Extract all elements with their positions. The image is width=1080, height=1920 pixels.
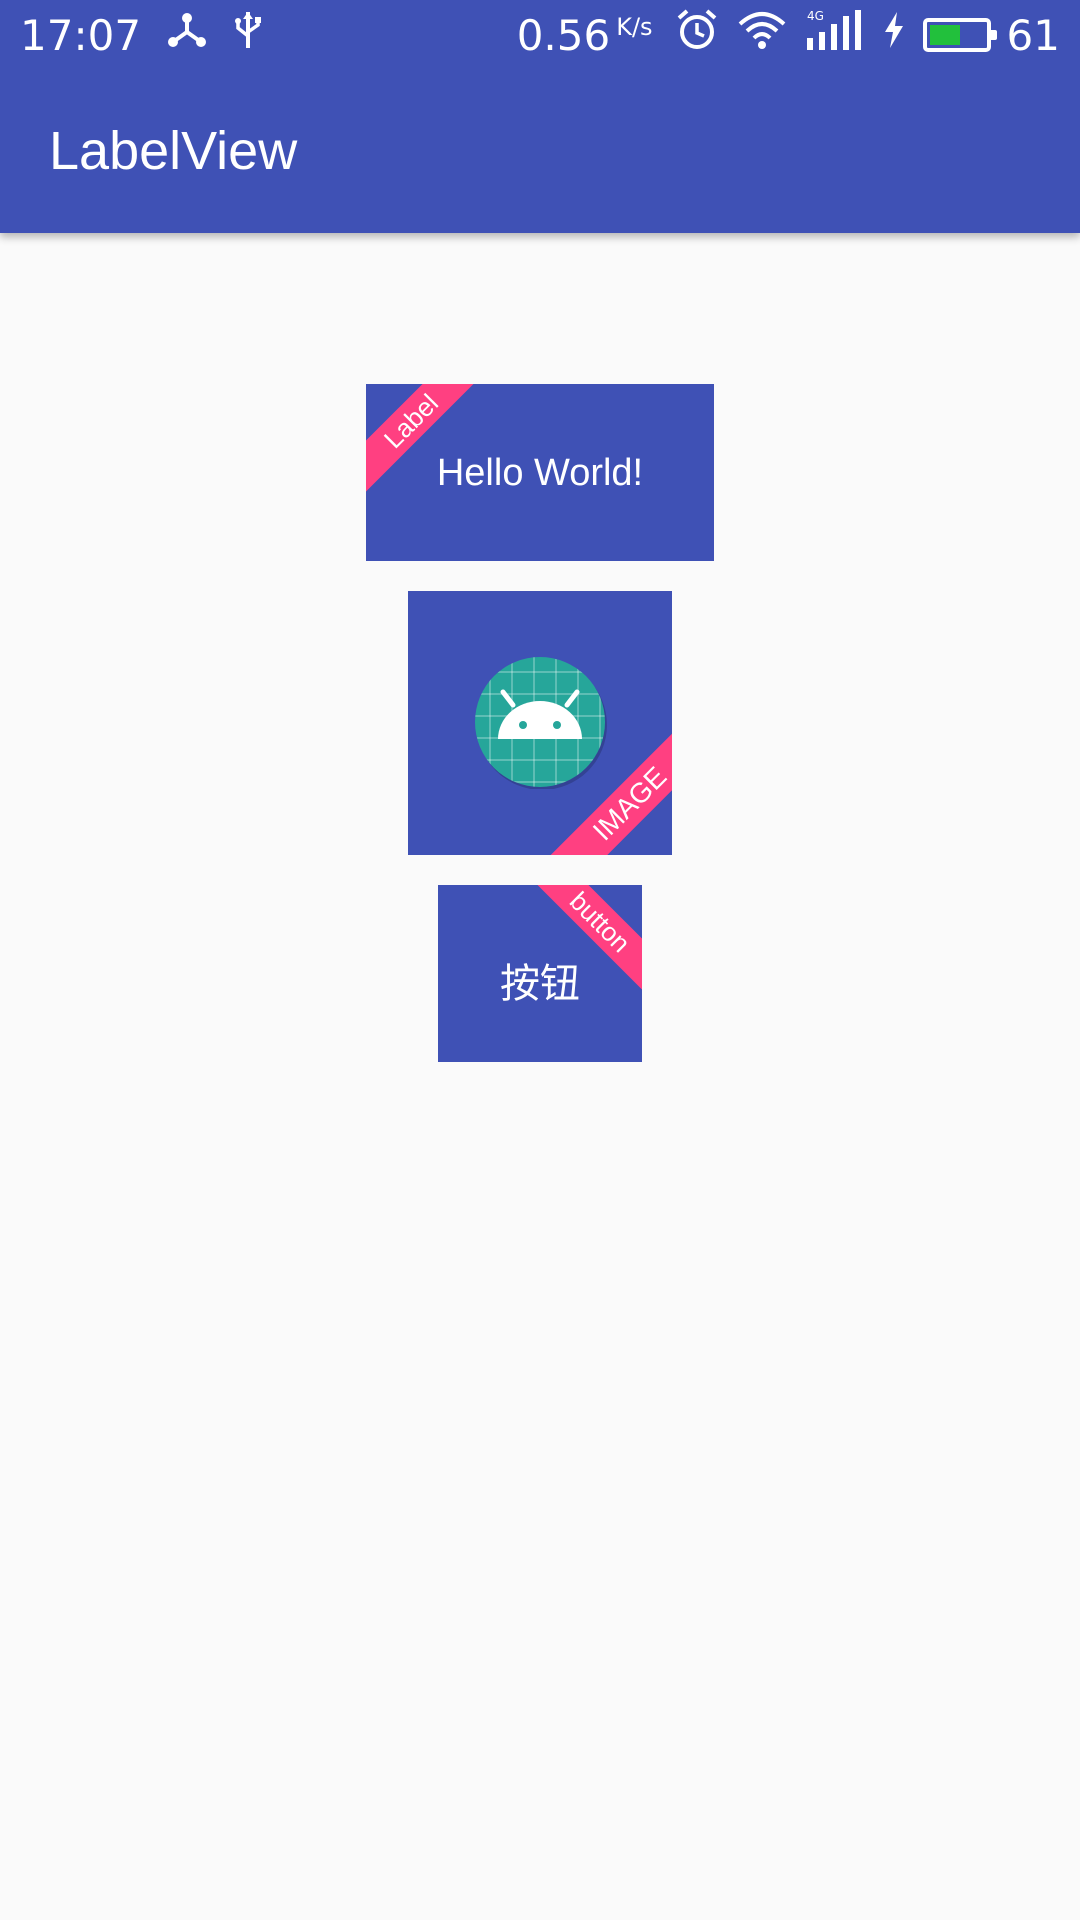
net-speed: 0.56 — [516, 10, 611, 60]
svg-text:4G: 4G — [807, 9, 824, 23]
label-text-view[interactable]: Label Hello World! — [366, 384, 714, 561]
usb-icon — [233, 10, 263, 60]
android-icon — [475, 657, 607, 789]
app-title: LabelView — [49, 121, 298, 181]
battery-level: 61 — [1006, 10, 1060, 60]
share-icon — [167, 10, 207, 60]
app-bar: 17:07 0.56 K/s 4G 61 LabelView — [0, 0, 1080, 233]
battery-icon — [922, 18, 997, 52]
charging-icon — [883, 12, 905, 58]
wifi-icon — [737, 10, 787, 60]
net-speed-unit: K/s — [616, 13, 653, 41]
button-text: 按钮 — [500, 961, 580, 1007]
status-time: 17:07 — [20, 10, 142, 60]
signal-icon: 4G — [805, 8, 865, 62]
label-image-view[interactable]: IMAGE — [408, 591, 672, 855]
label-button[interactable]: button 按钮 — [438, 885, 642, 1062]
alarm-icon — [675, 8, 719, 62]
battery-level-fill — [929, 25, 961, 45]
status-bar: 17:07 0.56 K/s 4G 61 — [0, 0, 1080, 70]
text-view-content: Hello World! — [436, 452, 644, 494]
